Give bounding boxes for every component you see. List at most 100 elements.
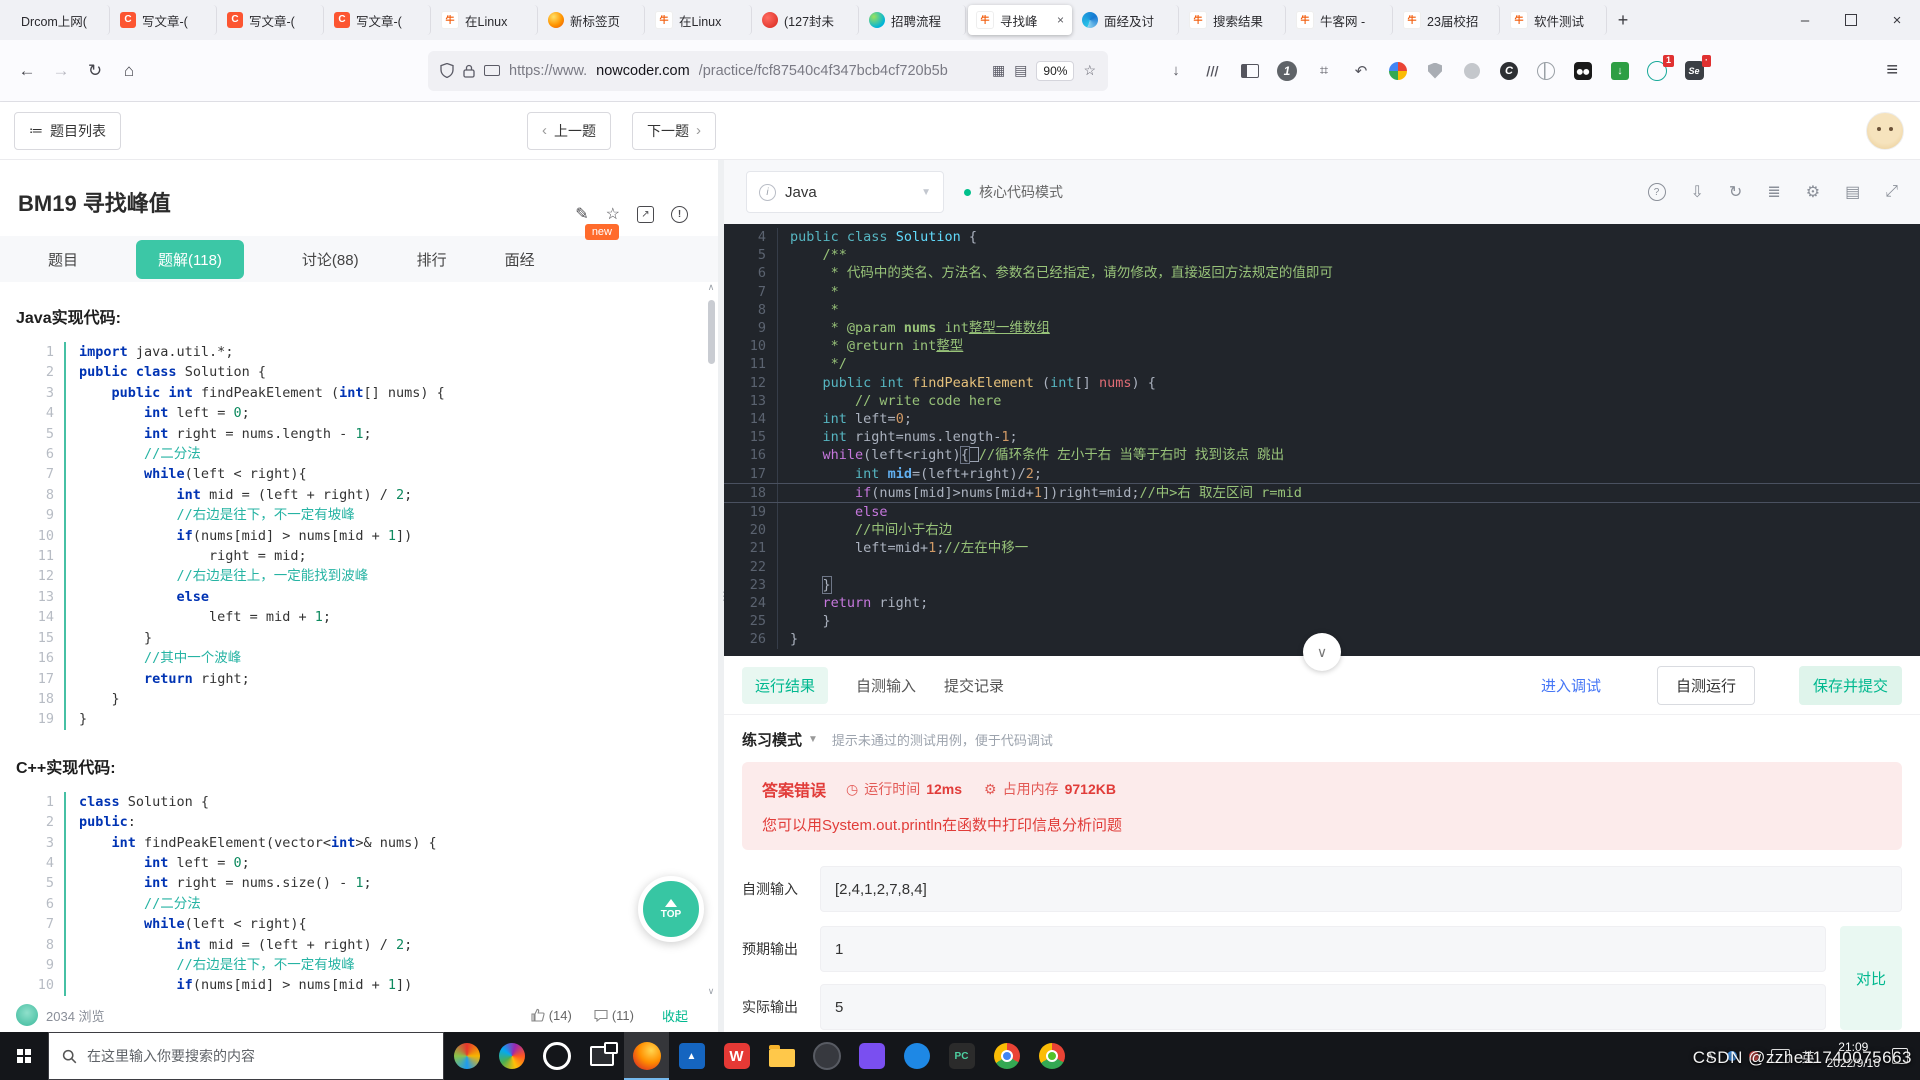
browser-tab[interactable]: 牛在Linux (647, 5, 752, 35)
qr-code-icon[interactable]: ▦ (992, 62, 1005, 79)
forward-button[interactable]: → (44, 54, 78, 88)
selenium-extension-icon[interactable]: Se· (1682, 59, 1706, 83)
problem-tab[interactable]: 讨论(88) (302, 240, 359, 279)
close-window-button[interactable]: × (1874, 0, 1920, 40)
help-icon[interactable]: ? (1648, 183, 1666, 201)
code-line[interactable]: 10 * @return int整型 (724, 337, 1920, 355)
home-button[interactable]: ⌂ (112, 54, 146, 88)
purple-app-icon[interactable] (849, 1032, 894, 1080)
code-line[interactable]: 20 //中间小于右边 (724, 521, 1920, 539)
code-line[interactable]: 14 int left=0; (724, 410, 1920, 428)
sidebar-icon[interactable] (1238, 59, 1262, 83)
result-tab[interactable]: 运行结果 (742, 667, 828, 704)
browser-tab[interactable]: 牛寻找峰× (968, 5, 1072, 35)
chrome-green-icon[interactable] (1029, 1032, 1074, 1080)
prev-problem-button[interactable]: ‹ 上一题 (527, 112, 611, 150)
browser-tab[interactable]: 招聘流程 (861, 5, 966, 35)
screenshot-icon[interactable]: ⌗ (1312, 59, 1336, 83)
practice-caret-icon[interactable]: ▼ (808, 734, 818, 745)
browser-tab[interactable]: C写文章-( (326, 5, 431, 35)
dark-disc-app-icon[interactable] (804, 1032, 849, 1080)
task-view-icon[interactable] (579, 1032, 624, 1080)
code-line[interactable]: 15 int right=nums.length-1; (724, 428, 1920, 446)
feedback-icon[interactable]: ! (671, 206, 688, 223)
author-avatar[interactable] (16, 1004, 38, 1026)
edit-icon[interactable]: ✎ (575, 204, 588, 224)
code-line[interactable]: 11 */ (724, 355, 1920, 373)
reload-button[interactable]: ↻ (78, 54, 112, 88)
format-code-icon[interactable]: ≣ (1767, 182, 1780, 202)
tab-close-icon[interactable]: × (1057, 13, 1064, 27)
new-tab-button[interactable]: + (1608, 5, 1638, 35)
download-code-icon[interactable]: ⇩ (1691, 182, 1704, 202)
favorite-star-icon[interactable]: ☆ (606, 204, 620, 224)
problem-tab[interactable]: 面经 (505, 240, 535, 279)
browser-tab[interactable]: (127封未 (754, 5, 859, 35)
bookmark-star-icon[interactable]: ☆ (1083, 62, 1096, 79)
taskbar-search[interactable]: 在这里输入你要搜索的内容 (48, 1032, 444, 1080)
comment-button[interactable]: (11) (594, 1008, 634, 1023)
firefox-icon[interactable] (624, 1032, 669, 1080)
lock-icon[interactable] (463, 64, 475, 78)
next-problem-button[interactable]: 下一题 › (632, 112, 716, 150)
undo-icon[interactable]: ↶ (1349, 59, 1373, 83)
browser-tab[interactable]: C写文章-( (112, 5, 217, 35)
like-button[interactable]: (14) (531, 1008, 572, 1023)
pycharm-icon[interactable]: PC (939, 1032, 984, 1080)
browser-tab[interactable]: 牛在Linux (433, 5, 538, 35)
reader-mode-icon[interactable]: ▤ (1014, 62, 1027, 79)
scroll-down-icon[interactable]: ∨ (708, 986, 715, 996)
photos-app-icon[interactable]: ▲ (669, 1032, 714, 1080)
code-line[interactable]: 12 public int findPeakElement (int[] num… (724, 374, 1920, 392)
enter-debug-link[interactable]: 进入调试 (1541, 675, 1601, 696)
code-line[interactable]: 16 while(left<right){//循环条件 左小于右 当等于右时 找… (724, 446, 1920, 464)
tracking-shield-icon[interactable] (440, 63, 454, 78)
colorful-parrot-app-icon[interactable] (489, 1032, 534, 1080)
file-explorer-icon[interactable] (759, 1032, 804, 1080)
code-line[interactable]: 8 * (724, 301, 1920, 319)
problem-tab[interactable]: 题解(118) (136, 240, 244, 279)
browser-tab[interactable]: 牛牛客网 - (1288, 5, 1393, 35)
scroll-up-icon[interactable]: ∧ (708, 282, 715, 292)
language-select[interactable]: i Java ▼ (746, 171, 944, 213)
user-avatar[interactable] (1866, 112, 1904, 150)
collapse-article-link[interactable]: 收起 (662, 1006, 688, 1025)
layout-icon[interactable]: ▤ (1845, 182, 1860, 202)
zoom-level[interactable]: 90% (1036, 61, 1074, 81)
collapse-editor-button[interactable]: ∨ (1303, 633, 1341, 671)
minimize-button[interactable]: – (1782, 0, 1828, 40)
reset-code-icon[interactable]: ↻ (1729, 182, 1742, 202)
permissions-icon[interactable] (484, 65, 500, 76)
code-line[interactable]: 25 } (724, 612, 1920, 630)
browser-tab[interactable]: 新标签页 (540, 5, 645, 35)
maximize-button[interactable] (1828, 0, 1874, 40)
save-and-submit-button[interactable]: 保存并提交 (1799, 666, 1902, 705)
circle-app-icon[interactable] (534, 1032, 579, 1080)
browser-tab[interactable]: 牛软件测试 (1502, 5, 1607, 35)
code-line[interactable]: 13 // write code here (724, 392, 1920, 410)
globe-extension-icon[interactable] (1534, 59, 1558, 83)
download-icon[interactable]: ↓ (1164, 59, 1188, 83)
code-line[interactable]: 18 if(nums[mid]>nums[mid+1])right=mid;//… (724, 483, 1920, 503)
article-scrollbar[interactable]: ∧ ∨ (705, 282, 717, 996)
tree-extension-icon[interactable]: 1 (1645, 59, 1669, 83)
scrollbar-thumb[interactable] (708, 300, 715, 364)
practice-mode-label[interactable]: 练习模式 (742, 729, 802, 750)
code-line[interactable]: 23 } (724, 576, 1920, 594)
share-icon[interactable]: ↗ (637, 206, 654, 223)
browser-tab[interactable]: 面经及讨 (1074, 5, 1179, 35)
colorful-birds-app-icon[interactable] (444, 1032, 489, 1080)
code-line[interactable]: 4public class Solution { (724, 228, 1920, 246)
shield-extension-icon[interactable] (1423, 59, 1447, 83)
blue-app-icon[interactable] (894, 1032, 939, 1080)
browser-tab[interactable]: C写文章-( (219, 5, 324, 35)
problem-tab[interactable]: 排行 (417, 240, 447, 279)
browser-tab[interactable]: 牛搜索结果 (1181, 5, 1286, 35)
colorful-extension-icon[interactable] (1386, 59, 1410, 83)
code-line[interactable]: 17 int mid=(left+right)/2; (724, 465, 1920, 483)
chrome-icon[interactable] (984, 1032, 1029, 1080)
menu-icon[interactable]: ≡ (1874, 59, 1910, 82)
wps-icon[interactable]: W (714, 1032, 759, 1080)
code-line[interactable]: 9 * @param nums int整型一维数组 (724, 319, 1920, 337)
dark-c-extension-icon[interactable]: C (1497, 59, 1521, 83)
